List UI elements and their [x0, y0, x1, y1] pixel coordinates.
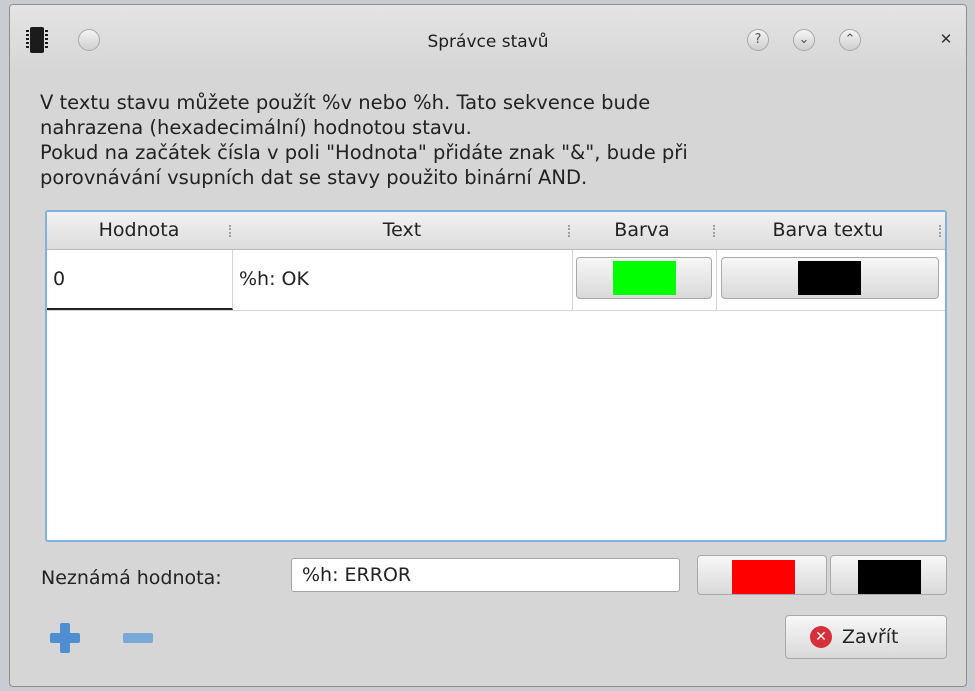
close-button-label: Zavřít — [842, 626, 899, 648]
description-line-3: Pokud na začátek čísla v poli "Hodnota" … — [40, 141, 688, 164]
description: V textu stavu můžete použít %v nebo %h. … — [40, 90, 940, 190]
unknown-value-input[interactable]: %h: ERROR — [291, 558, 680, 592]
unknown-text-color-button[interactable] — [830, 555, 947, 595]
titlebar: Správce stavů ? ⌄ ⌃ ✕ — [10, 5, 966, 73]
table-header: Hodnota Text Barva Barva textu — [47, 212, 945, 250]
maximize-button[interactable]: ⌃ — [839, 29, 861, 51]
column-header-hodnota[interactable]: Hodnota — [47, 212, 231, 249]
column-header-barva[interactable]: Barva — [573, 212, 711, 249]
text-color-swatch — [798, 261, 861, 295]
color-swatch — [613, 261, 676, 295]
text-color-button[interactable] — [721, 257, 939, 299]
error-icon: ✕ — [810, 626, 832, 648]
status-manager-window: Správce stavů ? ⌄ ⌃ ✕ V textu stavu může… — [9, 4, 967, 687]
help-button[interactable]: ? — [747, 29, 769, 51]
color-button[interactable] — [576, 257, 712, 299]
column-header-text[interactable]: Text — [233, 212, 571, 249]
plus-icon[interactable] — [50, 623, 80, 653]
table-row[interactable]: 0 %h: OK — [47, 250, 945, 311]
close-button[interactable]: ✕ Zavřít — [785, 615, 947, 659]
unknown-value-label: Neznámá hodnota: — [41, 567, 222, 589]
description-line-4: porovnávání vsupních dat se stavy použit… — [40, 166, 588, 189]
unknown-color-button[interactable] — [697, 555, 827, 595]
text-cell[interactable]: %h: OK — [233, 250, 573, 310]
window-title: Správce stavů — [427, 32, 549, 52]
minus-icon[interactable] — [123, 633, 153, 643]
status-table[interactable]: Hodnota Text Barva Barva textu 0 %h: OK — [45, 210, 947, 542]
text-color-cell — [717, 250, 945, 310]
unknown-color-swatch — [732, 560, 795, 594]
description-line-2: nahrazena (hexadecimální) hodnotou stavu… — [40, 116, 472, 139]
color-cell — [573, 250, 717, 310]
minimize-button[interactable]: ⌄ — [793, 29, 815, 51]
unknown-text-color-swatch — [858, 560, 921, 594]
description-line-1: V textu stavu můžete použít %v nebo %h. … — [40, 91, 651, 114]
close-window-button[interactable]: ✕ — [935, 29, 957, 51]
column-separator[interactable] — [568, 225, 572, 237]
column-separator[interactable] — [939, 225, 943, 237]
value-cell[interactable]: 0 — [47, 250, 233, 310]
column-header-barva-textu[interactable]: Barva textu — [717, 212, 939, 249]
